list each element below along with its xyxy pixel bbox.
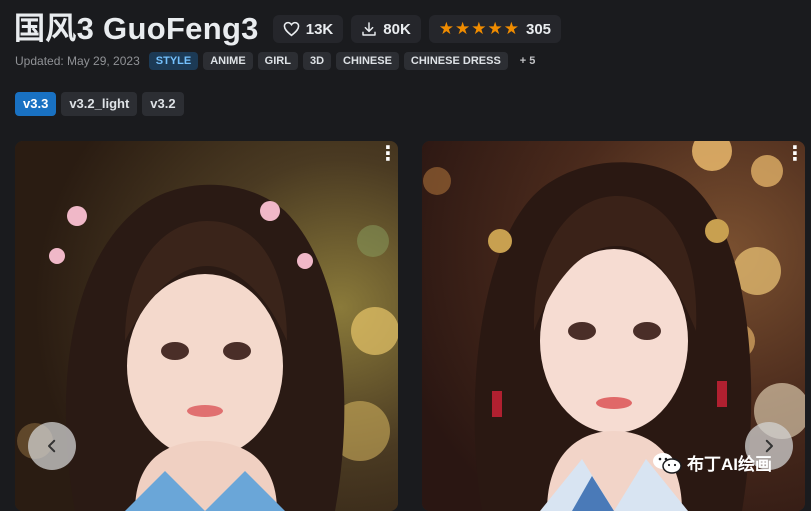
version-tabs: v3.3 v3.2_light v3.2 <box>15 92 184 116</box>
chevron-left-icon <box>48 439 56 453</box>
tag-3d[interactable]: 3D <box>302 52 332 70</box>
likes-stat[interactable]: 13K <box>272 15 344 43</box>
more-icon: ⋮ <box>785 143 805 165</box>
model-meta: Updated: May 29, 2023 STYLE ANIME GIRL 3… <box>15 52 542 70</box>
watermark-text: 布丁AI绘画 <box>687 455 772 474</box>
tag-girl[interactable]: GIRL <box>257 52 298 70</box>
model-header: 国风3 GuoFeng3 13K 80K ★★★★★ 305 <box>14 8 569 50</box>
tag-style[interactable]: STYLE <box>148 52 199 70</box>
version-tab-v3-3[interactable]: v3.3 <box>15 92 57 116</box>
page-title: 国风3 GuoFeng3 <box>14 11 259 46</box>
wechat-icon <box>653 452 682 474</box>
tag-chinese-dress[interactable]: CHINESE DRESS <box>403 52 508 70</box>
rating-stars: ★★★★★ <box>438 19 520 38</box>
version-tab-v3-2-light[interactable]: v3.2_light <box>61 92 138 116</box>
watermark: 布丁AI绘画 <box>652 450 772 475</box>
rating-count: 305 <box>526 20 552 38</box>
download-icon <box>362 22 376 36</box>
carousel-prev-button[interactable] <box>28 422 76 470</box>
version-tab-v3-2[interactable]: v3.2 <box>142 92 184 116</box>
more-icon: ⋮ <box>378 143 398 165</box>
card-menu-button-1[interactable]: ⋮ <box>378 144 398 164</box>
card-menu-button-2[interactable]: ⋮ <box>785 144 805 164</box>
likes-count: 13K <box>305 20 334 38</box>
heart-icon <box>283 21 300 37</box>
downloads-count: 80K <box>383 20 411 38</box>
downloads-stat[interactable]: 80K <box>351 15 421 43</box>
tag-chinese[interactable]: CHINESE <box>336 52 399 70</box>
more-tags-button[interactable]: + 5 <box>513 52 543 70</box>
updated-date: Updated: May 29, 2023 <box>15 54 140 68</box>
tag-anime[interactable]: ANIME <box>203 52 253 70</box>
rating-stat[interactable]: ★★★★★ 305 <box>428 15 562 43</box>
